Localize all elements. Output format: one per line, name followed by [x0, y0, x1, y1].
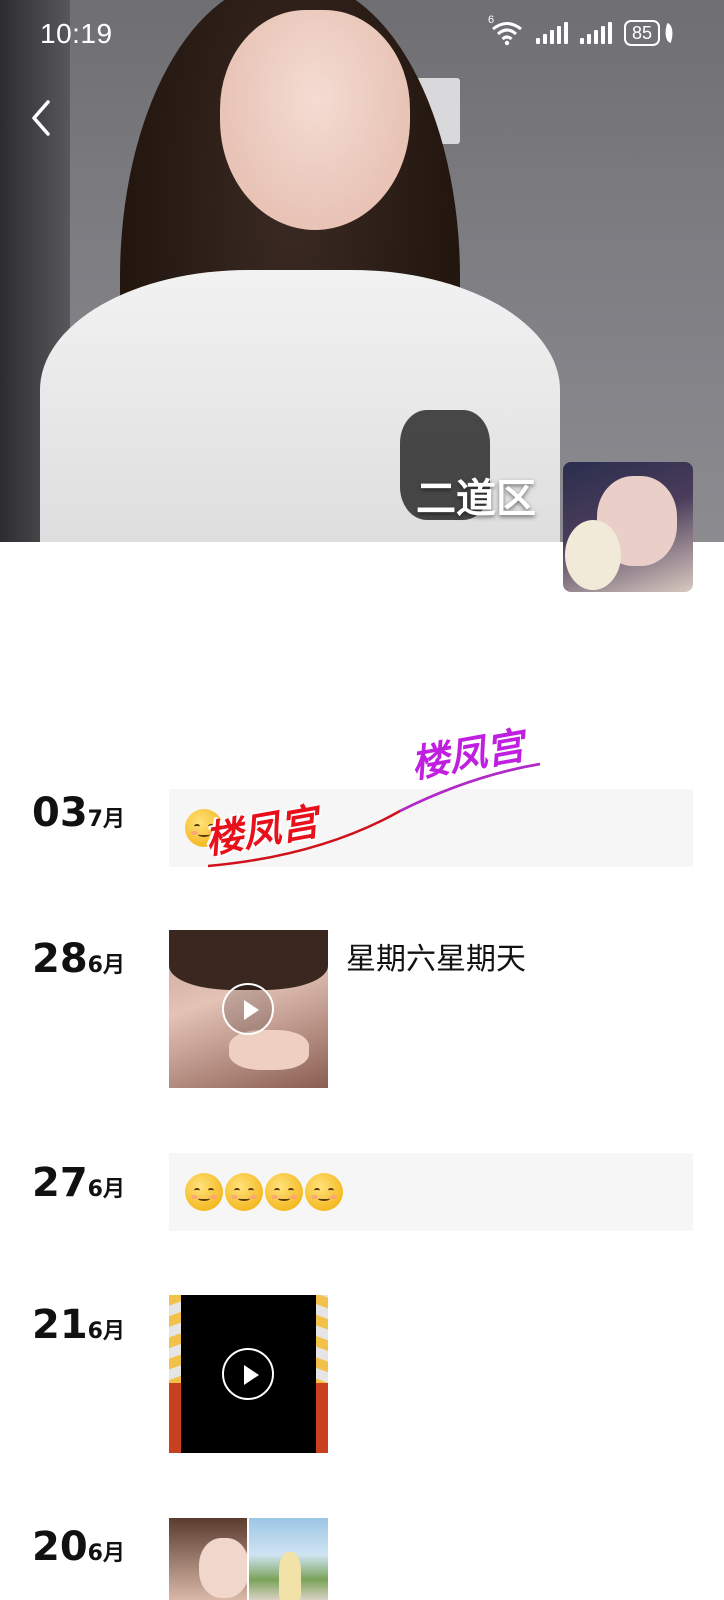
emoji-post-card[interactable] [169, 1153, 693, 1231]
thumbnail-hair [169, 930, 328, 990]
emoji-smile-icon [185, 1173, 223, 1211]
post-month: 6月 [87, 1177, 125, 1202]
status-time: 10:19 [40, 18, 113, 49]
wifi-badge: 6 [487, 14, 495, 26]
emoji-list [185, 1173, 343, 1211]
timeline-row: 206月 [0, 1524, 724, 1584]
thumbnail-bottom-right [316, 1383, 328, 1453]
status-icons: 6 85 [488, 14, 677, 46]
post-caption: 星期六星期天 [346, 942, 526, 977]
post-month: 7月 [87, 807, 125, 832]
post-date: 037月 [32, 790, 125, 836]
emoji-smile-icon [225, 1173, 263, 1211]
post-date: 286月 [32, 936, 125, 982]
video-thumbnail[interactable] [169, 930, 328, 1088]
post-date: 206月 [32, 1524, 125, 1570]
avatar-teddy [565, 520, 621, 590]
post-month: 6月 [87, 953, 125, 978]
post-month: 6月 [87, 1319, 125, 1344]
play-icon [222, 983, 274, 1035]
post-day: 28 [32, 936, 88, 982]
battery-saver-leaf-icon [661, 22, 677, 44]
chevron-left-icon [32, 100, 50, 136]
cellular-signal-icon [535, 22, 568, 44]
battery-icon: 85 [623, 20, 677, 46]
photo-face [199, 1538, 247, 1598]
cover-photo[interactable] [0, 0, 724, 542]
post-day: 27 [32, 1160, 88, 1206]
cellular-signal-icon-2 [579, 22, 612, 44]
emoji-smile-icon [265, 1173, 303, 1211]
timeline-row: 216月 [0, 1302, 724, 1362]
video-thumbnail[interactable] [169, 1295, 328, 1453]
photo-thumbnail[interactable] [169, 1518, 247, 1600]
status-bar: 10:19 6 85 [0, 0, 724, 72]
back-button[interactable] [26, 98, 62, 138]
play-icon [222, 1348, 274, 1400]
profile-name: 二道区 [416, 476, 536, 522]
wifi-icon: 6 [488, 14, 524, 46]
thumbnail-bottom-left [169, 1383, 181, 1453]
avatar[interactable] [563, 462, 693, 592]
emoji-smile-icon [305, 1173, 343, 1211]
post-day: 21 [32, 1302, 88, 1348]
thumbnail-hand [229, 1030, 309, 1070]
post-day: 20 [32, 1524, 88, 1570]
post-date: 276月 [32, 1160, 125, 1206]
battery-level: 85 [623, 20, 660, 46]
post-month: 6月 [87, 1541, 125, 1566]
post-date: 216月 [32, 1302, 125, 1348]
post-day: 03 [32, 790, 88, 836]
photo-person [279, 1552, 301, 1600]
photo-thumbnail[interactable] [249, 1518, 328, 1600]
